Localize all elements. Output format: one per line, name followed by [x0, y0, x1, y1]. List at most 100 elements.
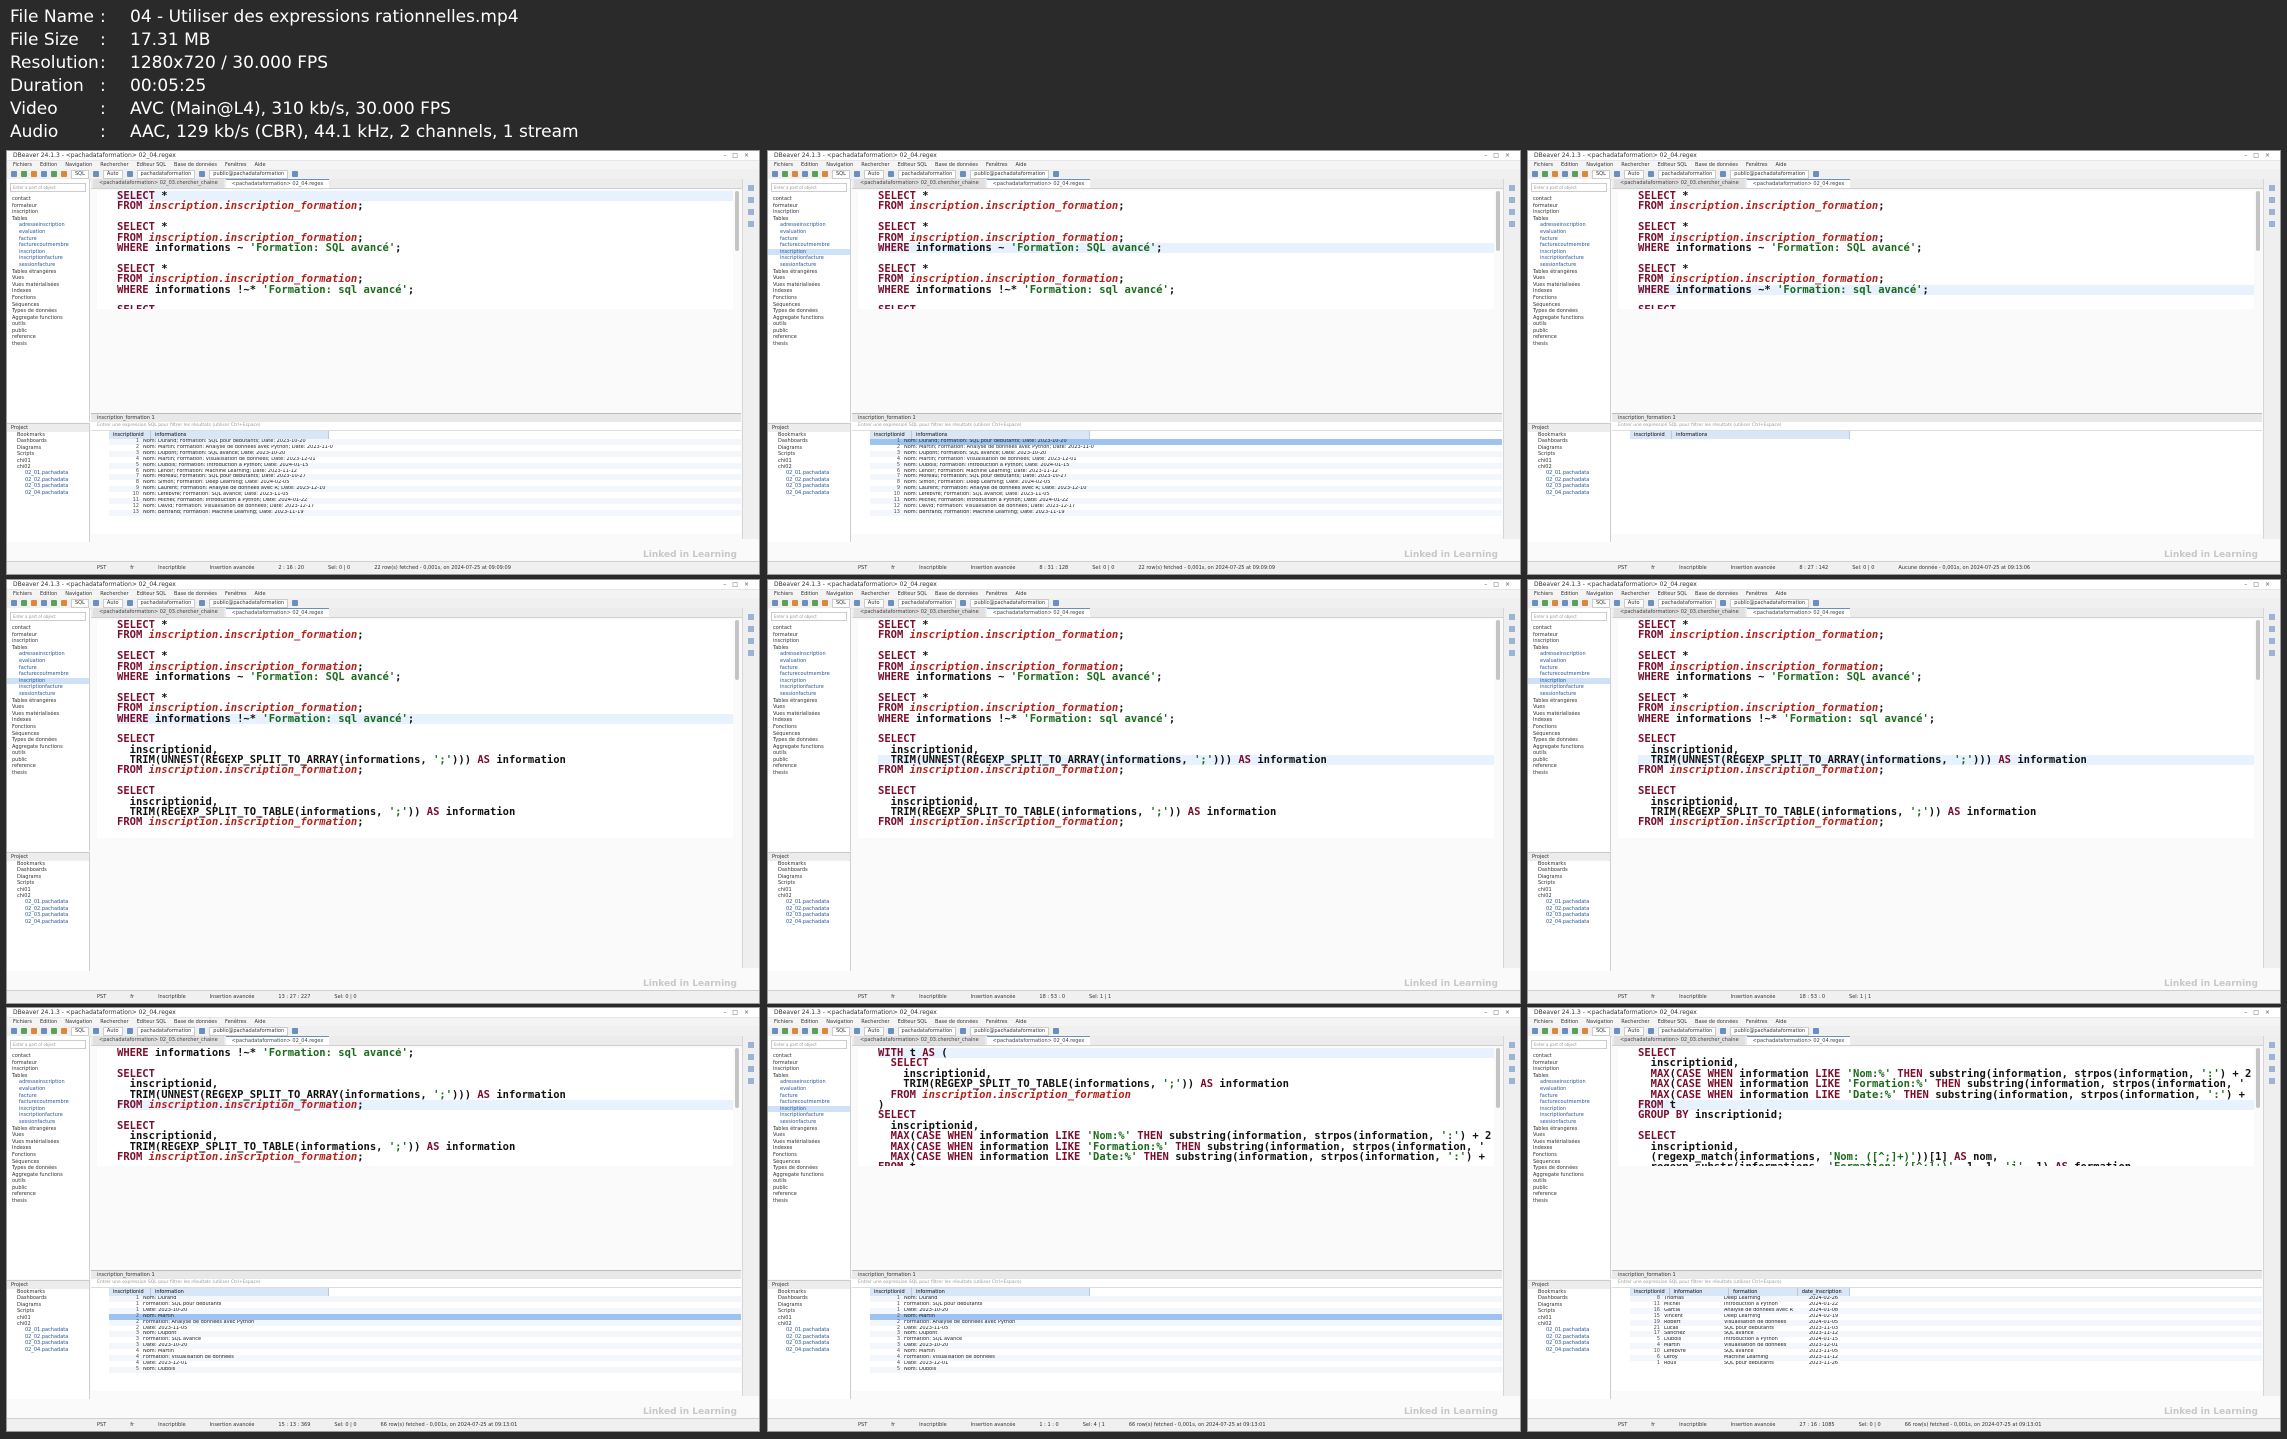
menu-item[interactable]: Rechercher — [861, 1019, 889, 1025]
toolbar-icon[interactable] — [1813, 1028, 1820, 1034]
panel-icon[interactable] — [2269, 185, 2275, 191]
navigator-item[interactable]: adresseinscription — [1528, 651, 1610, 658]
navigator-item[interactable]: adresseinscription — [7, 651, 89, 658]
navigator-item[interactable]: formateur — [7, 203, 89, 210]
menu-item[interactable]: Base de données — [935, 591, 978, 597]
menu-item[interactable]: Fichiers — [1534, 162, 1553, 168]
navigator-item[interactable]: Vues — [768, 1132, 850, 1139]
toolbar-icon[interactable] — [792, 1028, 798, 1034]
navigator-item[interactable]: contact — [768, 1053, 850, 1060]
navigator-item[interactable]: Aggregate functions — [7, 315, 89, 322]
panel-icon[interactable] — [1509, 1078, 1515, 1084]
toolbar-icon[interactable] — [1813, 171, 1820, 177]
navigator-item[interactable]: public — [768, 1185, 850, 1192]
panel-icon[interactable] — [2269, 638, 2275, 644]
menu-item[interactable]: Editeur SQL — [137, 1019, 166, 1025]
navigator-item[interactable]: Tables — [7, 216, 89, 223]
panel-icon[interactable] — [1509, 1042, 1515, 1048]
panel-icon[interactable] — [1509, 1066, 1515, 1072]
toolbar-selector[interactable]: public@pachadataformation — [209, 169, 289, 179]
editor-tab[interactable]: <pachadataformation> 02_03.chercher_chai… — [1614, 1036, 1745, 1045]
panel-icon[interactable] — [2269, 626, 2275, 632]
toolbar-icon[interactable] — [1552, 171, 1558, 177]
navigator-search-input[interactable]: Enter a part of object — [10, 1040, 86, 1049]
navigator-item[interactable]: sessionfacture — [768, 1119, 850, 1126]
menu-item[interactable]: Aide — [1015, 162, 1026, 168]
toolbar-selector[interactable]: SQL — [1592, 169, 1610, 179]
toolbar-icon[interactable] — [199, 1028, 206, 1034]
navigator-search-input[interactable]: Enter a part of object — [771, 612, 847, 621]
menu-item[interactable]: Aide — [1015, 591, 1026, 597]
toolbar-icon[interactable] — [887, 600, 894, 606]
navigator-item[interactable]: Tables — [1528, 1073, 1610, 1080]
col-header-info[interactable]: information — [912, 1288, 1090, 1296]
navigator-item[interactable]: inscriptionfacture — [1528, 255, 1610, 262]
navigator-item[interactable]: outils — [768, 321, 850, 328]
navigator-item[interactable]: Vues — [7, 1132, 89, 1139]
navigator-item[interactable]: thesis — [7, 770, 89, 777]
toolbar-icon[interactable] — [822, 600, 828, 606]
menu-item[interactable]: Aide — [254, 1019, 265, 1025]
menu-item[interactable]: Navigation — [65, 591, 92, 597]
toolbar-selector[interactable]: Auto — [863, 598, 884, 608]
navigator-item[interactable]: inscriptionfacture — [768, 684, 850, 691]
window-controls[interactable]: –□× — [723, 1008, 755, 1017]
toolbar-icon[interactable] — [1572, 171, 1578, 177]
menu-item[interactable]: Editeur SQL — [898, 591, 927, 597]
navigator-item[interactable]: Tables — [768, 1073, 850, 1080]
toolbar-selector[interactable]: Auto — [1623, 598, 1644, 608]
navigator-item[interactable]: formateur — [768, 203, 850, 210]
navigator-item[interactable]: thesis — [768, 341, 850, 348]
menu-item[interactable]: Navigation — [826, 1019, 853, 1025]
editor-tab[interactable]: <pachadataformation> 02_04.regex — [225, 1036, 330, 1045]
editor-scrollbar[interactable] — [735, 1048, 739, 1108]
project-script[interactable]: 02_04.pachadata — [7, 919, 89, 925]
navigator-search-input[interactable]: Enter a part of object — [10, 183, 86, 192]
menu-item[interactable]: Fichiers — [774, 591, 793, 597]
navigator-item[interactable]: evaluation — [7, 1086, 89, 1093]
navigator-item[interactable]: facture — [1528, 665, 1610, 672]
toolbar-icon[interactable] — [51, 600, 57, 606]
menu-item[interactable]: Edition — [1561, 1019, 1578, 1025]
navigator-item[interactable]: formateur — [1528, 1060, 1610, 1067]
toolbar-icon[interactable] — [1813, 600, 1820, 606]
navigator-item[interactable]: public — [7, 1185, 89, 1192]
toolbar-icon[interactable] — [21, 600, 27, 606]
toolbar-icon[interactable] — [960, 171, 967, 177]
toolbar-icon[interactable] — [1552, 1028, 1558, 1034]
toolbar-icon[interactable] — [960, 1028, 967, 1034]
menu-item[interactable]: Fichiers — [1534, 1019, 1553, 1025]
panel-icon[interactable] — [748, 221, 754, 227]
navigator-item[interactable]: Aggregate functions — [1528, 315, 1610, 322]
toolbar-icon[interactable] — [1582, 1028, 1588, 1034]
navigator-item[interactable]: thesis — [7, 1198, 89, 1205]
navigator-item[interactable]: evaluation — [1528, 229, 1610, 236]
navigator-item[interactable]: Aggregate functions — [768, 315, 850, 322]
navigator-item[interactable]: Vues matérialisées — [1528, 282, 1610, 289]
toolbar-icon[interactable] — [1582, 171, 1588, 177]
menu-item[interactable]: Base de données — [1695, 1019, 1738, 1025]
toolbar-icon[interactable] — [822, 1028, 828, 1034]
toolbar-icon[interactable] — [126, 171, 133, 177]
navigator-item[interactable]: Fonctions — [768, 724, 850, 731]
project-script[interactable]: 02_04.pachadata — [768, 1347, 850, 1353]
menu-item[interactable]: Fenêtres — [225, 1019, 247, 1025]
project-script[interactable]: 02_04.pachadata — [7, 1347, 89, 1353]
navigator-item[interactable]: facture — [768, 1093, 850, 1100]
results-tab[interactable]: inscription_formation 1 — [852, 1271, 1502, 1279]
navigator-item[interactable]: Vues — [1528, 704, 1610, 711]
toolbar-icon[interactable] — [11, 600, 17, 606]
navigator-item[interactable]: Vues matérialisées — [1528, 711, 1610, 718]
editor-tab[interactable]: <pachadataformation> 02_03.chercher_chai… — [1614, 179, 1745, 188]
navigator-item[interactable]: thesis — [768, 1198, 850, 1205]
toolbar-icon[interactable] — [1562, 171, 1568, 177]
navigator-item[interactable]: thesis — [1528, 770, 1610, 777]
menu-item[interactable]: Editeur SQL — [1658, 1019, 1687, 1025]
navigator-item[interactable]: contact — [768, 196, 850, 203]
menu-item[interactable]: Navigation — [826, 162, 853, 168]
navigator-item[interactable]: Tables — [7, 1073, 89, 1080]
navigator-item[interactable]: Aggregate functions — [1528, 744, 1610, 751]
toolbar-icon[interactable] — [51, 1028, 57, 1034]
results-tab[interactable]: inscription_formation 1 — [1612, 1271, 2262, 1279]
toolbar-icon[interactable] — [1572, 1028, 1578, 1034]
